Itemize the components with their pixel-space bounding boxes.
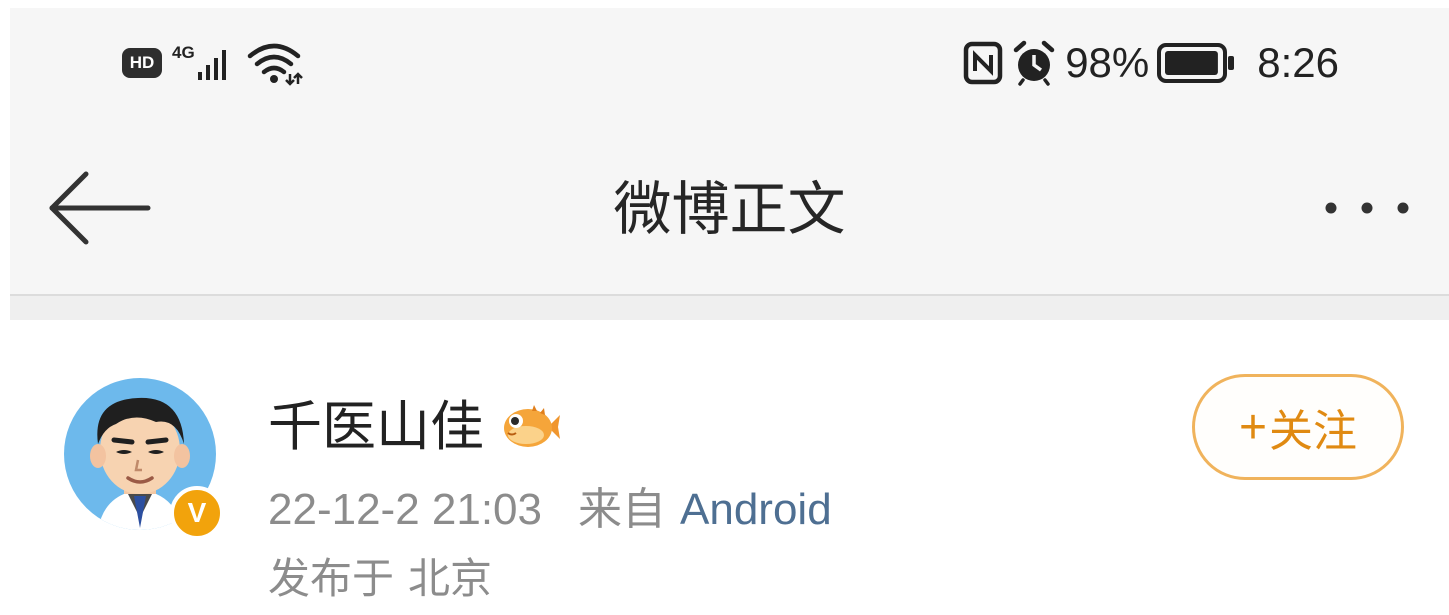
network-type-label: 4G — [172, 43, 195, 62]
source-label: 来自 — [578, 485, 666, 534]
alarm-icon — [1013, 40, 1055, 86]
battery-icon — [1157, 43, 1235, 83]
follow-button[interactable]: + 关注 — [1192, 374, 1404, 480]
nfc-icon — [963, 41, 1003, 85]
verified-badge: V — [170, 486, 224, 540]
follow-button-label: 关注 — [1269, 406, 1358, 457]
plus-icon: + — [1238, 400, 1268, 454]
nav-bar: 微博正文 — [10, 138, 1449, 278]
wifi-icon — [247, 43, 303, 86]
pufferfish-badge-icon[interactable] — [500, 401, 562, 453]
post-header: V 千医山佳 22-12-2 21:03 来自 Android 发布于 北京 + 关注 — [10, 320, 1449, 615]
hd-icon: HD — [122, 48, 162, 78]
section-divider — [10, 294, 1449, 320]
location-city: 北京 — [408, 554, 493, 603]
page-title: 微博正文 — [613, 175, 846, 243]
post-timestamp: 22-12-2 21:03 — [268, 485, 542, 534]
source-link[interactable]: Android — [680, 485, 832, 534]
battery-percent: 98% — [1065, 39, 1150, 86]
weibo-post-screen: HD 4G 98% 8:26 微博正文 V 千医山佳 22-12-2 21:03… — [10, 8, 1449, 615]
status-left-group: HD 4G — [122, 38, 308, 88]
status-right-group: 98% 8:26 — [963, 38, 1339, 88]
top-bar: HD 4G 98% 8:26 微博正文 — [10, 8, 1449, 294]
signal-icon: 4G — [172, 43, 226, 80]
post-meta: 22-12-2 21:03 来自 Android — [268, 482, 832, 538]
post-location: 发布于 北京 — [268, 552, 492, 606]
user-row: 千医山佳 — [268, 392, 562, 462]
status-bar: HD 4G 98% 8:26 — [10, 8, 1449, 118]
username[interactable]: 千医山佳 — [268, 392, 484, 462]
location-label: 发布于 — [268, 554, 395, 603]
more-dots-icon[interactable] — [1317, 193, 1417, 223]
clock-time: 8:26 — [1257, 39, 1339, 86]
